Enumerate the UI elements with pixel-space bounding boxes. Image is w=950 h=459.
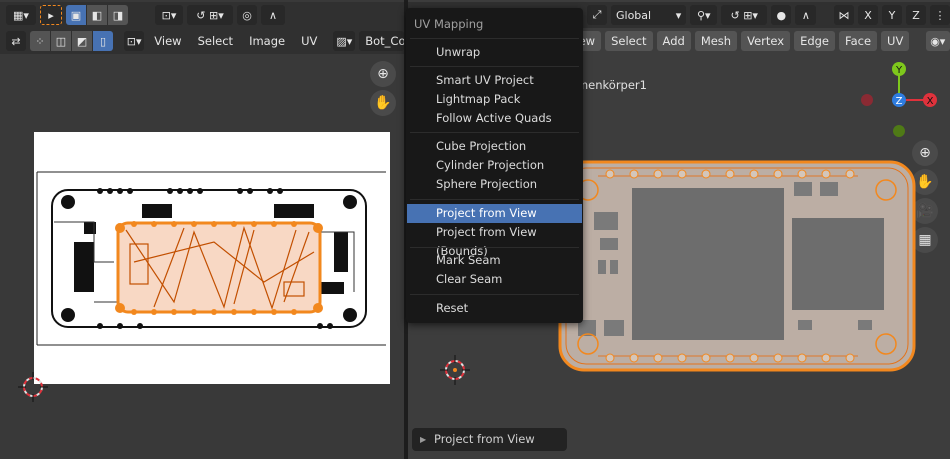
axis-x-toggle[interactable]: X [858,5,879,25]
expand-arrow-icon: ▶ [420,435,427,444]
menu-separator [410,199,579,200]
menu-item-project-from-view-bounds[interactable]: Project from View (Bounds) [407,223,582,258]
menu-separator [410,247,579,248]
image-browse-icon[interactable]: ▨▾ [333,31,356,51]
orientation-label: Global [616,8,652,22]
vp-menu-uv[interactable]: UV [881,31,910,51]
image-name-field[interactable]: Bot_Copper [359,31,404,51]
face-mode-icon[interactable]: ◩ [72,31,92,51]
uv-menu-uv[interactable]: UV [295,31,323,51]
menu-item-sphere-projection[interactable]: Sphere Projection [407,175,582,194]
menu-item-reset[interactable]: Reset [407,299,582,318]
menu-item-lightmap-pack[interactable]: Lightmap Pack [407,90,582,109]
vertex-mode-icon[interactable]: ⁘ [30,31,50,51]
uv-menu-view[interactable]: View [148,31,187,51]
uv-editor-header-bottom: ⇄ ⁘ ◫ ◩ ▯ ⊡▾ View Select Image UV ▨▾ Bot… [0,28,404,54]
menu-separator [410,38,579,39]
proportional-icon[interactable]: ● [771,5,792,25]
sticky-selection-icon[interactable]: ⊡▾ [124,31,145,51]
menu-item-project-from-view[interactable]: Project from View [407,204,582,223]
pivot-point-icon[interactable]: ⚲▾ [690,5,718,25]
vp-menu-select[interactable]: Select [605,31,653,51]
menu-item-cube-projection[interactable]: Cube Projection [407,137,582,156]
orientation-icon[interactable]: ⤢ [587,5,607,25]
gizmo-z-label: Z [896,96,903,107]
proportional-edit-icon[interactable]: ◎ [237,5,257,25]
navigation-gizmo[interactable]: Y X Z [856,58,946,138]
blender-window: ▦▾ ▸ ▣ ◧ ◨ ⊡▾ ↺ ⊞▾ ◎ ∧ ⇄ ⁘ ◫ ◩ ▯ ⊡▾ View… [0,0,950,459]
menu-item-smart-uv-project[interactable]: Smart UV Project [407,71,582,90]
snap-icon[interactable]: ↺ ⊞▾ [721,5,768,25]
redo-last-panel[interactable]: ▶ Project from View [412,428,567,451]
vp-menu-face[interactable]: Face [839,31,878,51]
vp-menu-add[interactable]: Add [656,31,691,51]
select-new-icon[interactable]: ▣ [66,5,86,25]
vp-menu-vertex[interactable]: Vertex [741,31,791,51]
uv-menu-select[interactable]: Select [192,31,239,51]
axis-y-toggle[interactable]: Y [882,5,903,25]
menu-separator [410,294,579,295]
redo-last-label: Project from View [434,432,535,446]
more-icon[interactable]: ⋮ [930,5,950,25]
menu-item-mark-seam[interactable]: Mark Seam [407,251,582,270]
menu-item-follow-active-quads[interactable]: Follow Active Quads [407,109,582,128]
pcb-mesh[interactable] [558,160,916,372]
axis-z-toggle[interactable]: Z [906,5,927,25]
edge-mode-icon[interactable]: ◫ [51,31,71,51]
editor-type-icon[interactable]: ▦▾ [6,5,36,25]
island-mode-icon[interactable]: ▯ [93,31,113,51]
select-subtract-icon[interactable]: ◨ [108,5,128,25]
uv-menu-title: UV Mapping [414,17,484,31]
uv-editor-header-top: ▦▾ ▸ ▣ ◧ ◨ ⊡▾ ↺ ⊞▾ ◎ ∧ [0,2,404,28]
menu-item-unwrap[interactable]: Unwrap [407,43,582,62]
uv-image-canvas[interactable] [34,132,390,384]
menu-separator [410,132,579,133]
3d-cursor-icon[interactable] [438,353,472,387]
vp-menu-mesh[interactable]: Mesh [694,31,738,51]
select-extend-icon[interactable]: ◧ [87,5,107,25]
mirror-icon[interactable]: ⋈ [834,5,855,25]
vp-menu-edge[interactable]: Edge [794,31,836,51]
uv-menu-image[interactable]: Image [243,31,291,51]
orientation-dropdown[interactable]: Global ▾ [611,5,687,25]
zoom-icon[interactable]: ⊕ [370,61,396,87]
menu-separator [410,66,579,67]
select-mode-group: ▣ ◧ ◨ [66,5,129,25]
menu-item-cylinder-projection[interactable]: Cylinder Projection [407,156,582,175]
uv-select-mode-group: ⁘ ◫ ◩ ▯ [30,31,114,51]
pivot-icon[interactable]: ⊡▾ [155,5,183,25]
gizmo-y-label: Y [895,65,903,76]
2d-cursor-icon[interactable] [16,370,50,404]
uv-mapping-menu: UV Mapping Unwrap Smart UV Project Light… [406,8,583,323]
falloff-curve-icon[interactable]: ∧ [795,5,817,25]
sync-selection-icon[interactable]: ⇄ [6,31,26,51]
overlay-icon[interactable]: ◉▾ [925,31,950,51]
chevron-down-icon: ▾ [675,8,682,22]
gizmo-x-label: X [927,96,934,107]
uv-editor-area[interactable]: ▦▾ ▸ ▣ ◧ ◨ ⊡▾ ↺ ⊞▾ ◎ ∧ ⇄ ⁘ ◫ ◩ ▯ ⊡▾ View… [0,0,404,459]
menu-item-clear-seam[interactable]: Clear Seam [407,270,582,289]
pan-hand-icon[interactable]: ✋ [370,90,396,116]
falloff-icon[interactable]: ∧ [261,5,285,25]
select-tool-icon[interactable]: ▸ [40,5,62,25]
snapping-icon[interactable]: ↺ ⊞▾ [187,5,233,25]
